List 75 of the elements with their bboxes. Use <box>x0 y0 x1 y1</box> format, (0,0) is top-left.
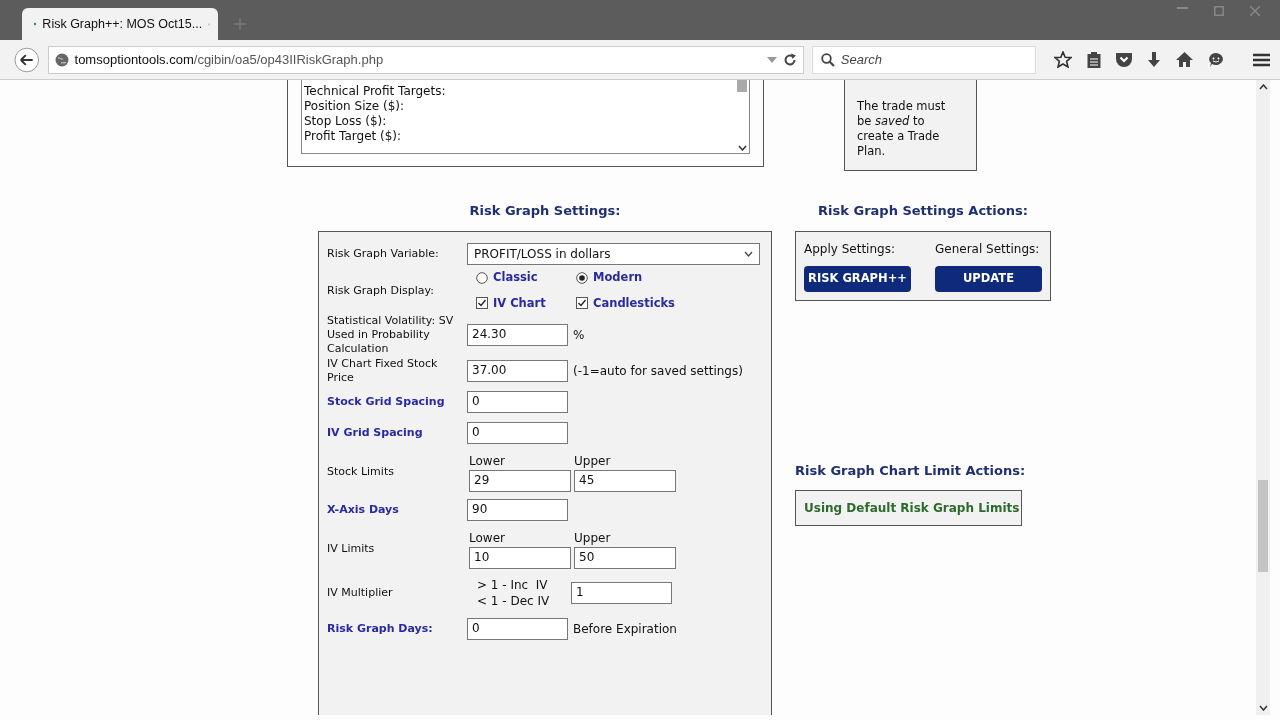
column-label: Upper <box>574 529 612 547</box>
setting-label: Risk Graph Display: <box>327 283 435 298</box>
scroll-down-icon[interactable] <box>737 145 747 151</box>
field-note: (-1=auto for saved settings) <box>573 363 743 380</box>
select-field[interactable]: PROFIT/LOSS in dollars <box>467 242 760 265</box>
action-button[interactable]: UPDATE <box>935 265 1042 292</box>
limits-status: Using Default Risk Graph Limits <box>795 490 1022 526</box>
caret-icon <box>744 250 753 257</box>
scrollbar-thumb[interactable] <box>737 80 747 92</box>
input-field[interactable]: 50 <box>574 546 676 569</box>
star-icon[interactable] <box>1054 51 1072 68</box>
search-icon <box>820 52 835 67</box>
setting-label: IV Chart Fixed Stock Price <box>327 357 439 385</box>
scroll-down-icon[interactable] <box>1258 705 1268 711</box>
radio-button[interactable] <box>476 271 488 284</box>
setting-label: IV Limits <box>327 541 376 556</box>
column-label: Upper <box>574 452 612 470</box>
settings-label: General Settings: <box>935 240 1041 258</box>
option-label[interactable]: IV Chart <box>493 294 546 312</box>
input-field[interactable]: 90 <box>467 499 568 521</box>
home-icon[interactable] <box>1176 52 1193 67</box>
scrollbar-thumb[interactable] <box>1258 480 1268 572</box>
menu-icon[interactable] <box>1253 52 1270 67</box>
dropdown-arrow-icon[interactable] <box>766 56 777 63</box>
input-field[interactable]: 45 <box>574 469 676 492</box>
setting-link[interactable]: Stock Grid Spacing <box>327 395 465 409</box>
multiplier-hint: > 1 - Inc IV < 1 - Dec IV <box>476 576 551 609</box>
trade-plan-line: Stop Loss ($): <box>304 114 388 129</box>
trade-plan-note: The trade must be saved to create a Trade Plan. <box>844 80 977 171</box>
input-field[interactable]: 0 <box>467 618 568 640</box>
radio-button[interactable] <box>576 271 588 284</box>
input-field[interactable]: 37.00 <box>467 360 568 382</box>
input-field[interactable]: 0 <box>467 391 568 413</box>
section-heading: Risk Graph Chart Limit Actions: <box>795 461 1027 480</box>
browser-tab[interactable]: Risk Graph++: MOS Oct15... <box>22 8 218 40</box>
globe-icon <box>54 52 69 67</box>
search-field[interactable]: Search <box>811 45 1036 74</box>
input-field[interactable]: 1 <box>571 581 672 604</box>
column-label: Lower <box>469 529 506 547</box>
checkbox[interactable] <box>476 297 488 310</box>
setting-label: Risk Graph Variable: <box>327 246 440 261</box>
setting-link[interactable]: X-Axis Days <box>327 503 465 517</box>
tab-title: Risk Graph++: MOS Oct15... <box>42 15 203 33</box>
search-placeholder: Search <box>840 50 882 69</box>
trade-plan-textarea[interactable]: Technical Profit Targets: Position Size ($): Stop Loss ($): Profit Target ($): <box>301 80 750 154</box>
field-note: % <box>573 326 585 344</box>
setting-label: IV Multiplier <box>327 585 394 600</box>
action-button[interactable]: RISK GRAPH++ <box>804 265 911 292</box>
section-heading: Risk Graph Settings: <box>468 202 622 220</box>
setting-link[interactable]: Risk Graph Days: <box>327 622 465 636</box>
download-icon[interactable] <box>1147 51 1161 68</box>
column-label: Lower <box>469 452 506 470</box>
page-scrollbar[interactable] <box>1256 80 1270 715</box>
option-label[interactable]: Modern <box>593 269 643 287</box>
input-field[interactable]: 10 <box>469 546 571 569</box>
section-heading: Risk Graph Settings Actions: <box>817 202 1029 220</box>
setting-label: Stock Limits <box>327 464 395 479</box>
field-note: Before Expiration <box>573 621 677 638</box>
input-field[interactable]: 0 <box>467 422 568 444</box>
reload-icon[interactable] <box>782 52 797 67</box>
trade-plan-line: Position Size ($): <box>304 99 406 114</box>
checkbox[interactable] <box>576 297 588 310</box>
setting-link[interactable]: IV Grid Spacing <box>327 426 465 440</box>
trade-plan-line: Profit Target ($): <box>304 129 403 144</box>
setting-label: Statistical Volatility: SV Used in Probability Calculation <box>327 313 455 356</box>
input-field[interactable]: 29 <box>469 469 571 492</box>
chat-icon[interactable] <box>1208 51 1224 68</box>
clipboard-icon[interactable] <box>1087 51 1101 68</box>
option-label[interactable]: Candlesticks <box>593 294 675 312</box>
pocket-icon[interactable] <box>1116 52 1132 67</box>
option-label[interactable]: Classic <box>493 269 538 287</box>
scroll-up-icon[interactable] <box>1258 84 1268 90</box>
trade-plan-line: Technical Profit Targets: <box>304 84 447 99</box>
settings-label: Apply Settings: <box>804 240 896 258</box>
input-field[interactable]: 24.30 <box>467 323 568 346</box>
